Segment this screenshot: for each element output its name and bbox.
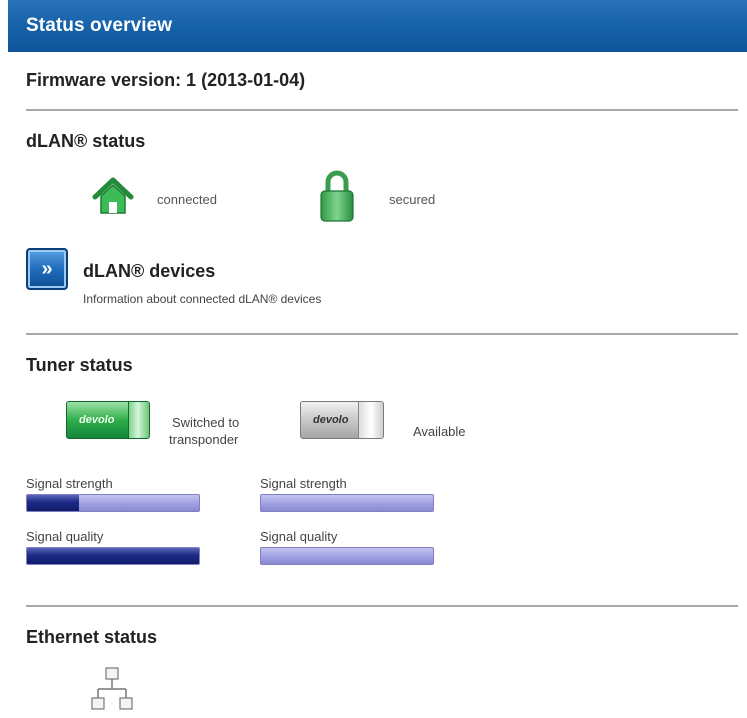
tuner-2-signal-quality-bar — [260, 547, 434, 565]
page-header: Status overview — [8, 0, 747, 52]
dlan-devices-button[interactable]: » — [26, 248, 68, 290]
divider — [26, 605, 738, 607]
tuner-2-signal-quality-label: Signal quality — [260, 529, 338, 544]
devolo-logo: devolo — [313, 414, 349, 426]
tuner-1-signal-quality-bar — [26, 547, 200, 565]
tuner-1-signal-quality-label: Signal quality — [26, 529, 104, 544]
signal-fill — [27, 548, 199, 564]
lock-icon — [320, 170, 354, 222]
dlan-devices-link[interactable]: dLAN® devices — [83, 261, 215, 282]
page-title: Status overview — [26, 15, 173, 36]
tuner-status-title: Tuner status — [26, 355, 133, 375]
devolo-logo: devolo — [79, 414, 115, 426]
tuner-1-icon: devolo — [66, 401, 150, 439]
tuner-1-state-line1: Switched to — [172, 415, 240, 430]
connection-status-label: connected — [157, 192, 217, 207]
divider — [26, 109, 738, 111]
dlan-status-title: dLAN® status — [26, 131, 146, 151]
tuner-2-signal-strength-label: Signal strength — [260, 476, 347, 491]
dlan-devices-description: Information about connected dLAN® device… — [83, 292, 322, 306]
signal-fill — [27, 495, 79, 511]
chevron-right-icon: » — [41, 257, 53, 280]
tuner-2-icon: devolo — [300, 401, 384, 439]
network-icon — [91, 667, 133, 710]
house-icon — [92, 177, 134, 214]
security-status-label: secured — [389, 192, 436, 207]
tuner-1-state-line2: transponder — [169, 432, 239, 447]
tuner-2-signal-strength-bar — [260, 494, 434, 512]
tuner-2-state: Available — [413, 424, 466, 439]
divider — [26, 333, 738, 335]
firmware-version: Firmware version: 1 (2013-01-04) — [26, 70, 306, 90]
tuner-1-signal-strength-label: Signal strength — [26, 476, 113, 491]
tuner-1-signal-strength-bar — [26, 494, 200, 512]
ethernet-status-title: Ethernet status — [26, 627, 158, 647]
